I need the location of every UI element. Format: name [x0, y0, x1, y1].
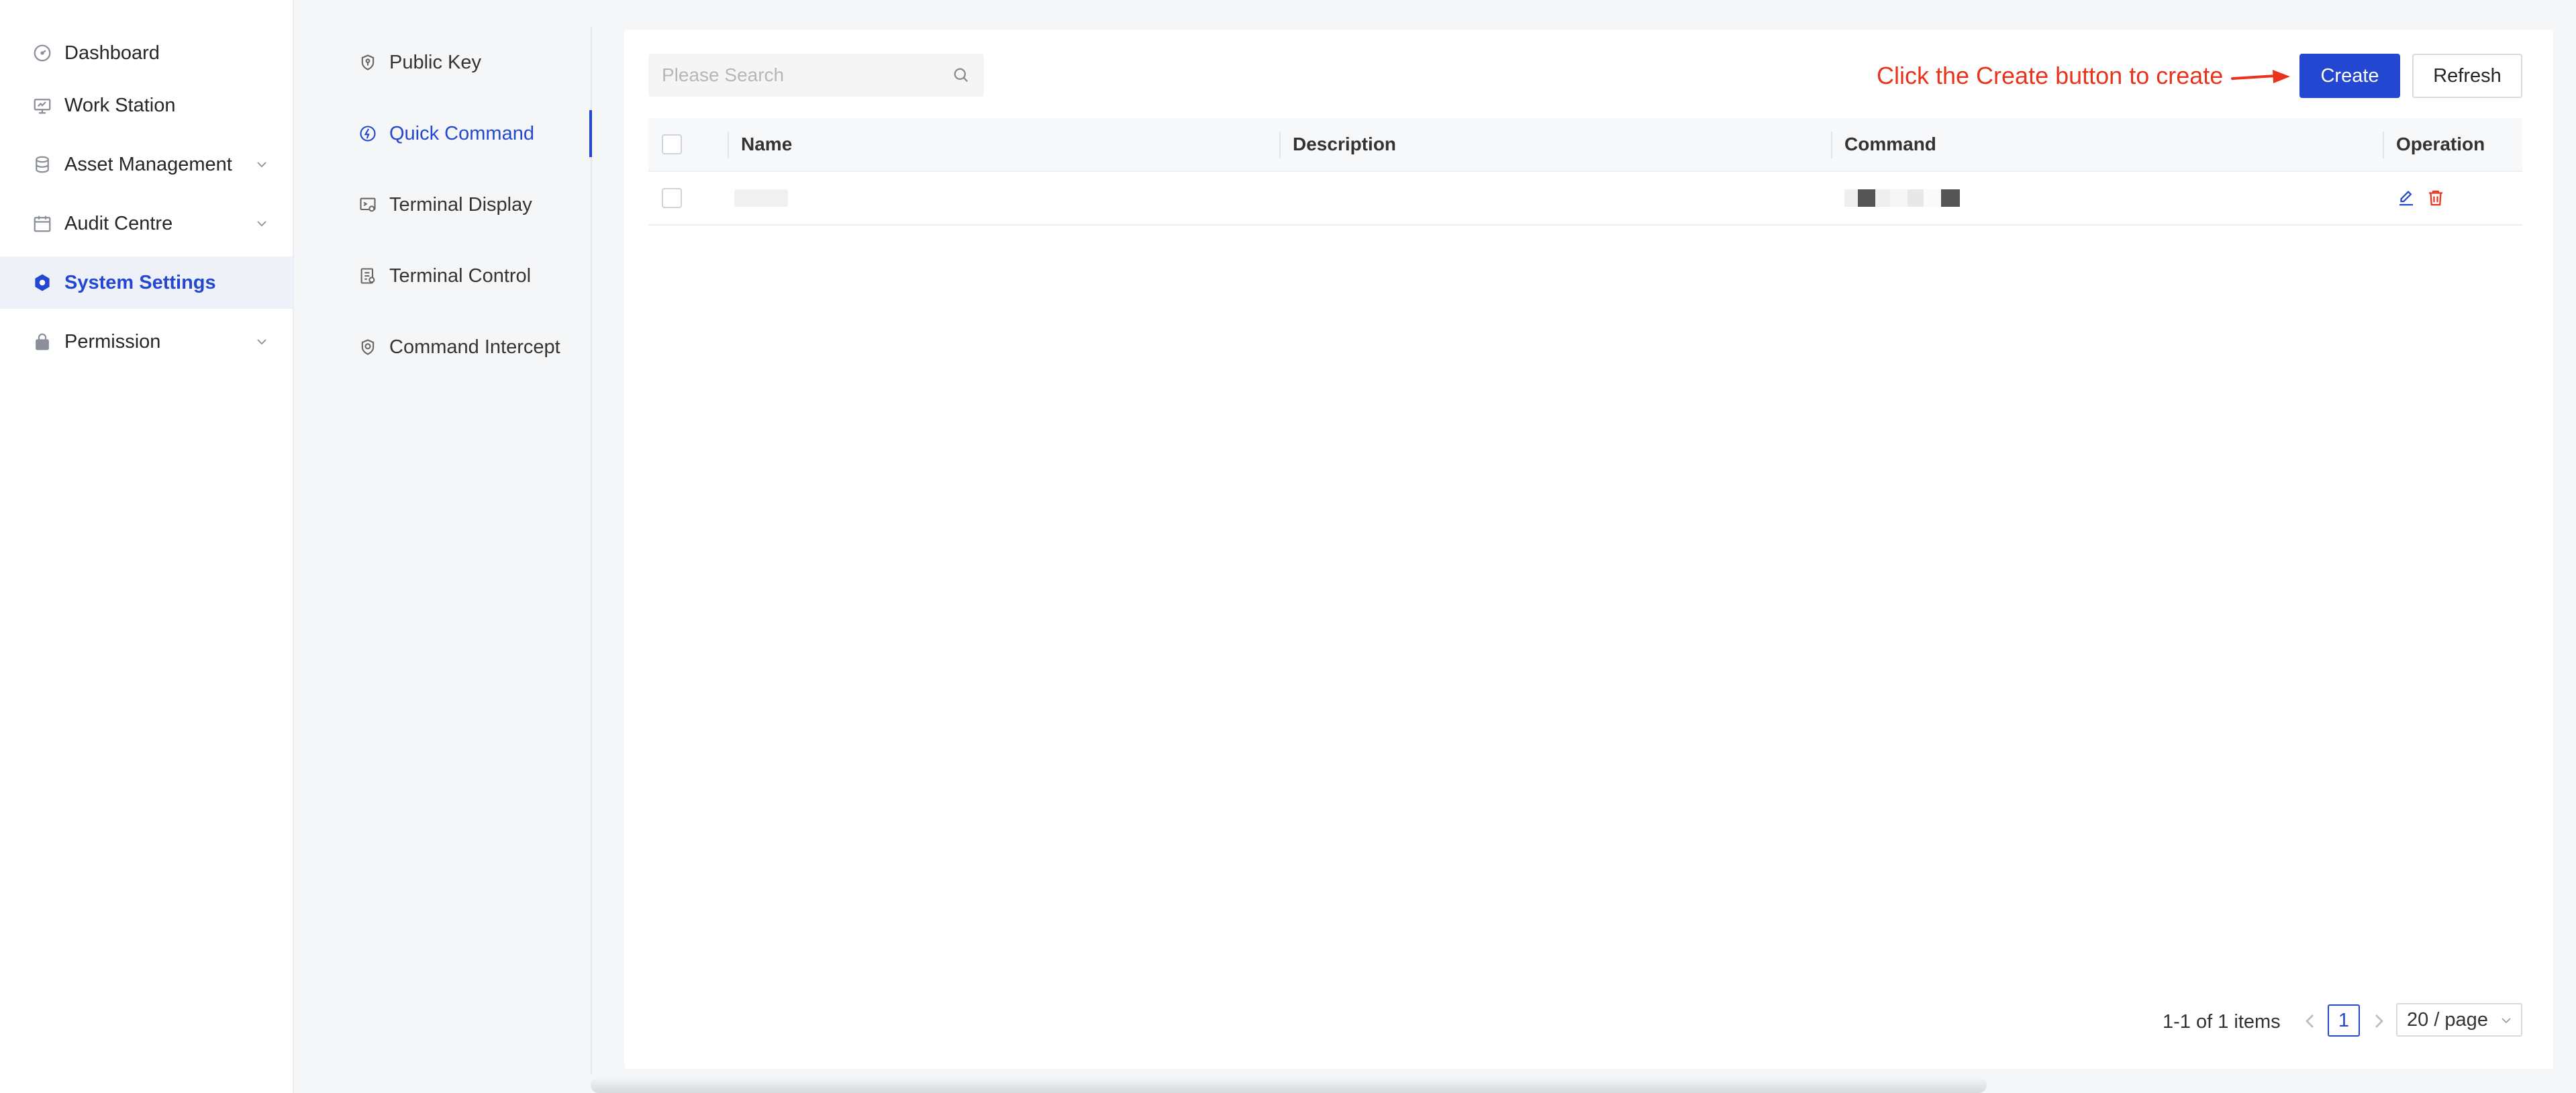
settings-submenu: Public Key Quick Command Terminal Displa…: [295, 0, 592, 1093]
sidebar-item-label: Work Station: [64, 94, 176, 116]
sidebar-item-label: System Settings: [64, 271, 216, 293]
chevron-down-icon: [257, 221, 266, 227]
gauge-icon: [32, 43, 52, 63]
submenu-item-quick-command[interactable]: Quick Command: [295, 98, 592, 169]
shield-check-icon: [358, 338, 377, 357]
select-all-checkbox[interactable]: [662, 134, 682, 154]
sidebar-item-dashboard[interactable]: Dashboard: [0, 27, 293, 79]
redacted-command: [1844, 189, 1960, 207]
page-size-value: 20 / page: [2407, 1008, 2488, 1031]
redacted-name: [734, 189, 788, 207]
row-checkbox[interactable]: [662, 188, 682, 208]
column-header-description[interactable]: Description: [1293, 118, 1396, 171]
pagination-page-button[interactable]: 1: [2328, 1004, 2360, 1037]
column-header-name[interactable]: Name: [741, 118, 792, 171]
chevron-down-icon: [257, 339, 266, 345]
sidebar-item-audit-centre[interactable]: Audit Centre: [0, 197, 293, 250]
table-row: [648, 172, 2522, 226]
search-box[interactable]: [648, 54, 984, 97]
cell-operation: [2396, 172, 2446, 224]
table-header: Name Description Command Operation: [648, 118, 2522, 172]
submenu-item-label: Public Key: [389, 51, 482, 73]
chevron-right-icon[interactable]: [2368, 1011, 2388, 1031]
column-header-operation: Operation: [2396, 134, 2485, 154]
refresh-button[interactable]: Refresh: [2412, 54, 2522, 98]
arrow-right-icon: [2231, 70, 2290, 83]
column-divider: [2383, 132, 2384, 158]
chevron-left-icon[interactable]: [2301, 1011, 2321, 1031]
submenu-item-terminal-control[interactable]: Terminal Control: [295, 240, 592, 312]
cell-name: [734, 172, 788, 224]
sidebar-item-label: Permission: [64, 330, 161, 352]
sidebar-item-work-station[interactable]: Work Station: [0, 79, 293, 132]
row-select-cell: [662, 172, 682, 224]
pagination-total: 1-1 of 1 items: [2163, 1011, 2281, 1033]
gear-icon: [32, 273, 52, 293]
create-hint-annotation: Click the Create button to create: [1877, 62, 2224, 89]
submenu-item-label: Terminal Display: [389, 193, 532, 216]
edit-icon[interactable]: [2396, 188, 2416, 208]
terminal-control-icon: [358, 267, 377, 285]
chevron-down-icon: [257, 162, 266, 168]
database-icon: [32, 154, 52, 175]
create-button[interactable]: Create: [2299, 54, 2400, 98]
scrollbar-shadow: [591, 1077, 1987, 1093]
search-icon[interactable]: [952, 66, 971, 85]
delete-icon[interactable]: [2426, 188, 2446, 208]
submenu-item-command-intercept[interactable]: Command Intercept: [295, 312, 592, 383]
sidebar-item-asset-management[interactable]: Asset Management: [0, 138, 293, 191]
cell-command: [1844, 172, 1960, 224]
monitor-icon: [32, 95, 52, 115]
quick-command-table: Name Description Command Operation: [648, 118, 2522, 226]
sidebar-item-label: Asset Management: [64, 153, 232, 175]
column-header-command[interactable]: Command: [1844, 118, 1936, 171]
sidebar-item-label: Audit Centre: [64, 212, 173, 234]
terminal-display-icon: [358, 195, 377, 214]
page-size-select[interactable]: 20 / page: [2396, 1003, 2522, 1037]
sidebar: Dashboard Work Station Asset Management …: [0, 0, 294, 1093]
quick-command-icon: [358, 124, 377, 143]
submenu-item-terminal-display[interactable]: Terminal Display: [295, 169, 592, 240]
submenu-item-label: Command Intercept: [389, 336, 560, 358]
column-divider: [1831, 132, 1832, 158]
submenu-item-label: Terminal Control: [389, 265, 532, 287]
column-divider: [1279, 132, 1281, 158]
chevron-down-icon: [2501, 1018, 2511, 1024]
sidebar-item-permission[interactable]: Permission: [0, 316, 293, 368]
submenu-item-label: Quick Command: [389, 122, 534, 144]
sidebar-item-system-settings[interactable]: System Settings: [0, 256, 293, 309]
shield-key-icon: [358, 53, 377, 72]
select-all-cell: [662, 118, 682, 171]
calendar-icon: [32, 213, 52, 234]
content-panel: Click the Create button to create Create…: [624, 30, 2553, 1069]
sidebar-item-label: Dashboard: [64, 42, 160, 64]
lock-icon: [32, 332, 52, 352]
submenu-item-public-key[interactable]: Public Key: [295, 27, 592, 98]
column-divider: [728, 132, 729, 158]
search-input[interactable]: [662, 64, 952, 86]
